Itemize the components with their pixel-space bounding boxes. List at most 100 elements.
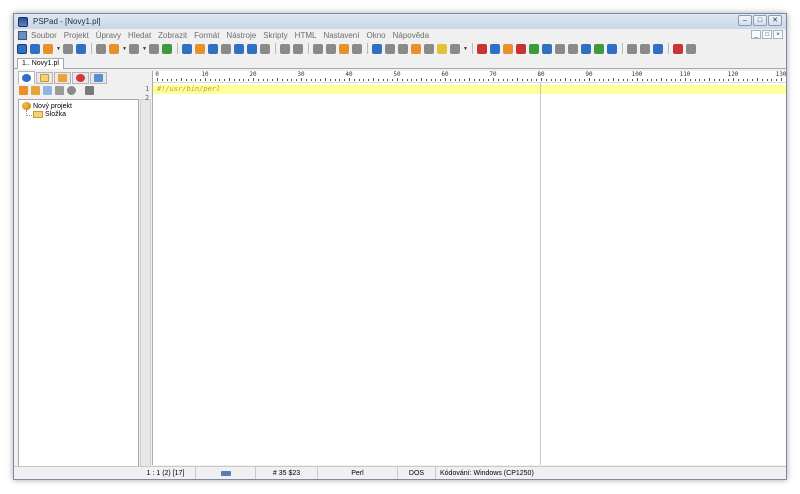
lock-icon[interactable] xyxy=(437,43,447,54)
open-icon[interactable] xyxy=(43,86,52,95)
redo-icon[interactable] xyxy=(293,43,303,54)
sort-icon[interactable] xyxy=(162,43,172,54)
spellcheck-icon[interactable] xyxy=(411,43,421,54)
tree-item-project[interactable]: Nový projekt xyxy=(22,102,72,110)
dropdown-arrow-icon[interactable]: ▼ xyxy=(56,46,61,52)
dropdown-arrow-icon[interactable]: ▼ xyxy=(463,46,468,52)
add-file-icon[interactable] xyxy=(19,86,28,95)
doc-minimize-button[interactable]: _ xyxy=(751,30,761,39)
save-icon[interactable] xyxy=(129,43,139,54)
settings-icon[interactable] xyxy=(85,86,94,95)
grey3-icon[interactable] xyxy=(653,43,663,54)
dropdown-arrow-icon[interactable]: ▼ xyxy=(122,46,127,52)
ruler-tick xyxy=(334,79,336,81)
syntax-highlighter[interactable]: Perl xyxy=(318,467,398,479)
cut-icon[interactable] xyxy=(313,43,323,54)
menu-okno[interactable]: Okno xyxy=(366,31,385,40)
save-all-icon[interactable] xyxy=(149,43,159,54)
format-icon[interactable] xyxy=(372,43,382,54)
doc-restore-button[interactable]: □ xyxy=(762,30,772,39)
ruler-tick xyxy=(449,79,451,81)
code-line[interactable]: #!/usr/bin/perl xyxy=(157,85,220,94)
menu-format[interactable]: Formát xyxy=(194,31,219,40)
chart-icon[interactable] xyxy=(529,43,539,54)
delete-icon[interactable] xyxy=(352,43,362,54)
grey1-icon[interactable] xyxy=(627,43,637,54)
dropdown-arrow-icon[interactable]: ▼ xyxy=(142,46,147,52)
copy-icon[interactable] xyxy=(326,43,336,54)
box-icon[interactable] xyxy=(503,43,513,54)
document-menu-icon[interactable] xyxy=(18,30,27,40)
menu-napoveda[interactable]: Nápověda xyxy=(393,31,429,40)
encoding[interactable]: Kódování: Windows (CP1250) xyxy=(436,467,546,479)
menu-nastaveni[interactable]: Nastavení xyxy=(323,31,359,40)
minimize-button[interactable]: – xyxy=(738,15,752,26)
doc-close-button[interactable]: × xyxy=(773,30,783,39)
print-preview-icon[interactable] xyxy=(260,43,270,54)
refresh-icon[interactable] xyxy=(63,43,73,54)
panel-tab-ftp[interactable] xyxy=(54,72,71,84)
ruler-label: 80 xyxy=(537,71,545,78)
web-icon[interactable] xyxy=(450,43,460,54)
search-icon[interactable] xyxy=(182,43,192,54)
replace-icon[interactable] xyxy=(195,43,205,54)
color-icon[interactable] xyxy=(516,43,526,54)
html-icon[interactable] xyxy=(542,43,552,54)
panel-tab-favorites[interactable] xyxy=(72,72,89,84)
new-file-icon[interactable] xyxy=(96,43,106,54)
tab-novy1[interactable]: 1.. Novy1.pl xyxy=(17,58,64,69)
properties-icon[interactable] xyxy=(67,86,76,95)
maximize-button[interactable]: □ xyxy=(753,15,767,26)
close-button[interactable]: ✕ xyxy=(768,15,782,26)
open-project-icon[interactable] xyxy=(30,43,40,54)
indent-icon[interactable] xyxy=(490,43,500,54)
column-icon[interactable] xyxy=(398,43,408,54)
ruler-tick xyxy=(229,78,230,81)
pspad-logo-icon xyxy=(18,16,28,27)
back-icon[interactable] xyxy=(477,43,487,54)
ruler-label: 40 xyxy=(345,71,353,78)
ruler-tick xyxy=(397,78,398,81)
undo-icon[interactable] xyxy=(280,43,290,54)
menu-projekt[interactable]: Projekt xyxy=(64,31,89,40)
paste-icon[interactable] xyxy=(339,43,349,54)
book-icon[interactable] xyxy=(234,43,244,54)
line-ending[interactable]: DOS xyxy=(398,467,436,479)
clipboard-icon[interactable] xyxy=(208,43,218,54)
tools-icon[interactable] xyxy=(686,43,696,54)
ruler-tick xyxy=(219,79,221,81)
ruler-tick xyxy=(493,78,494,81)
project-icon[interactable] xyxy=(17,43,27,54)
cssg-icon[interactable] xyxy=(568,43,578,54)
panel-tab-project[interactable] xyxy=(18,71,35,84)
ruler-tick xyxy=(517,78,518,81)
print-icon[interactable] xyxy=(247,43,257,54)
ruler-tick xyxy=(709,78,710,81)
panel-tab-files[interactable] xyxy=(36,72,53,84)
hex-icon[interactable] xyxy=(424,43,434,54)
new-project-icon[interactable] xyxy=(43,43,53,54)
css-icon[interactable] xyxy=(555,43,565,54)
pilcrow-icon[interactable] xyxy=(385,43,395,54)
code-editor[interactable]: 0 10 20 30 40 50 60 70 80 90 100 110 120 130 1 2 #!/u… xyxy=(145,71,786,465)
g-icon[interactable] xyxy=(607,43,617,54)
menu-skripty[interactable]: Skripty xyxy=(263,31,287,40)
add-folder-icon[interactable] xyxy=(31,86,40,95)
menu-zobrazit[interactable]: Zobrazit xyxy=(158,31,187,40)
bracket-icon[interactable] xyxy=(221,43,231,54)
tree-item-folder[interactable]: Složka xyxy=(33,111,66,118)
menu-upravy[interactable]: Úpravy xyxy=(96,31,121,40)
globe-icon[interactable] xyxy=(581,43,591,54)
open-file-icon[interactable] xyxy=(109,43,119,54)
html-preview-icon[interactable] xyxy=(76,43,86,54)
panel-scrollbar[interactable] xyxy=(140,99,151,479)
ftp-icon[interactable] xyxy=(673,43,683,54)
grey2-icon[interactable] xyxy=(640,43,650,54)
magic-icon[interactable] xyxy=(594,43,604,54)
menu-nastroje[interactable]: Nástroje xyxy=(226,31,256,40)
panel-tab-clips[interactable] xyxy=(90,72,107,84)
menu-hledat[interactable]: Hledat xyxy=(128,31,151,40)
remove-icon[interactable] xyxy=(55,86,64,95)
menu-html[interactable]: HTML xyxy=(295,31,317,40)
menu-soubor[interactable]: Soubor xyxy=(31,31,57,40)
